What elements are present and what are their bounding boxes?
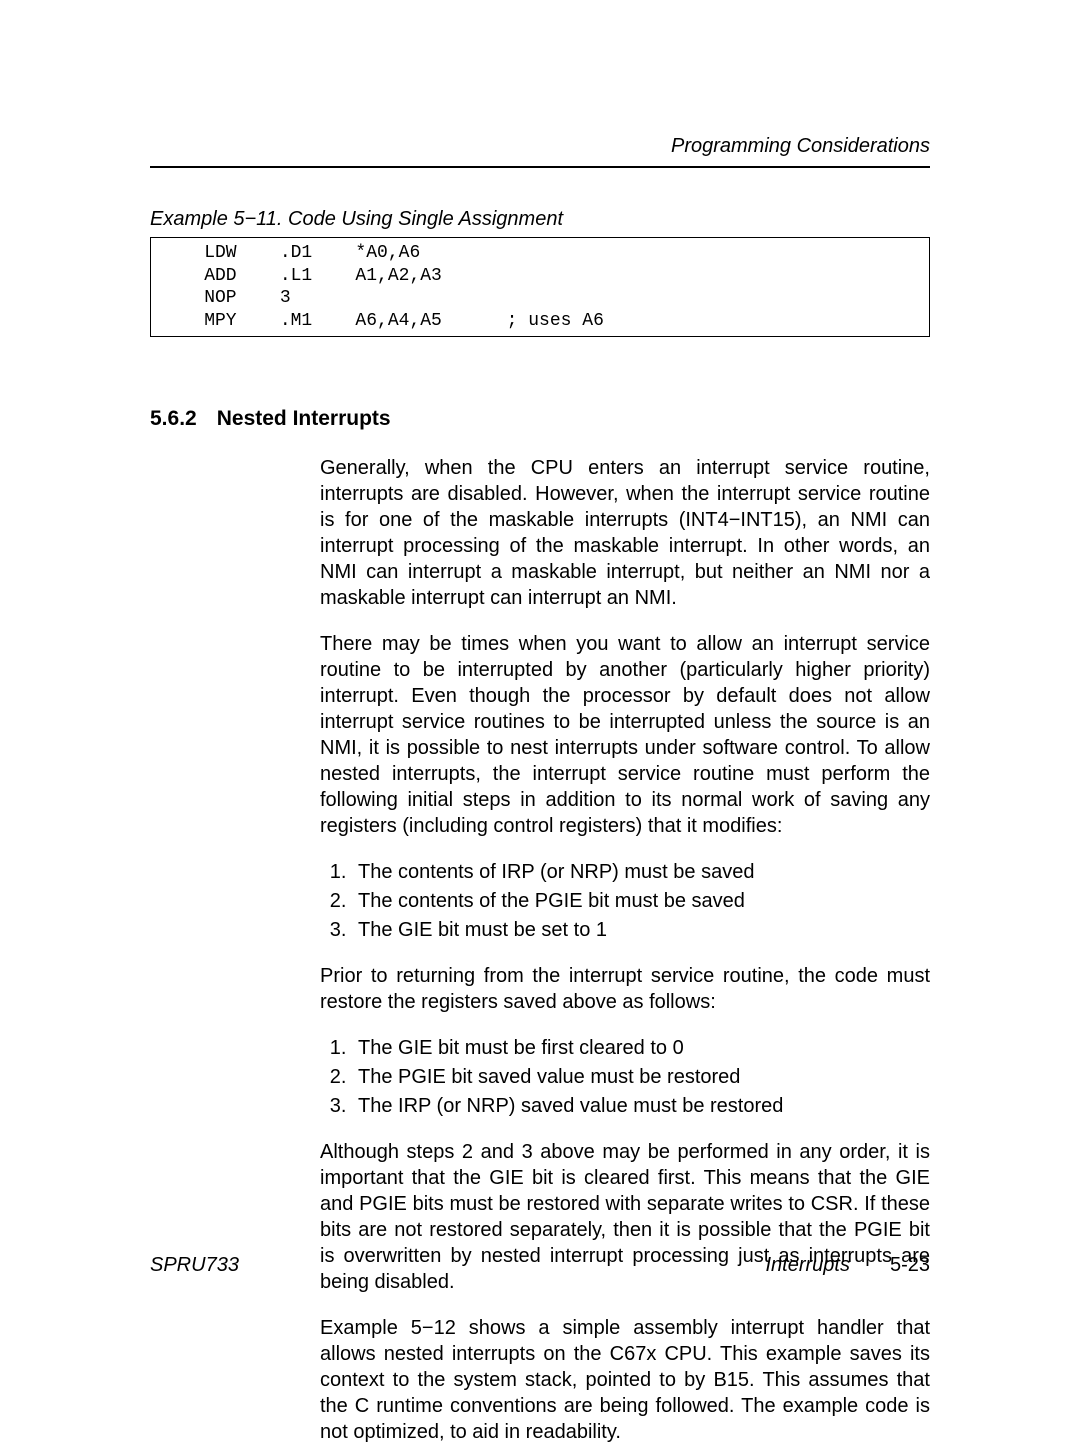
list-item: The IRP (or NRP) saved value must be res… <box>352 1093 930 1119</box>
page: Programming Considerations Example 5−11.… <box>0 0 1080 1397</box>
page-number: 5-23 <box>890 1254 930 1276</box>
header-rule <box>150 166 930 168</box>
ordered-list: The GIE bit must be first cleared to 0 T… <box>320 1035 930 1119</box>
section-number: 5.6.2 <box>150 407 197 431</box>
example-caption: Example 5−11. Code Using Single Assignme… <box>150 208 930 231</box>
paragraph: Generally, when the CPU enters an interr… <box>320 455 930 611</box>
chapter-name: Interrupts <box>765 1254 849 1276</box>
list-item: The PGIE bit saved value must be restore… <box>352 1064 930 1090</box>
running-title: Programming Considerations <box>150 135 930 158</box>
doc-id: SPRU733 <box>150 1254 239 1277</box>
section-heading: 5.6.2 Nested Interrupts <box>150 407 930 431</box>
list-item: The contents of the PGIE bit must be sav… <box>352 888 930 914</box>
code-listing: LDW .D1 *A0,A6 ADD .L1 A1,A2,A3 NOP 3 MP… <box>150 237 930 337</box>
paragraph: Example 5−12 shows a simple assembly int… <box>320 1315 930 1445</box>
list-item: The contents of IRP (or NRP) must be sav… <box>352 859 930 885</box>
paragraph: There may be times when you want to allo… <box>320 631 930 839</box>
list-item: The GIE bit must be first cleared to 0 <box>352 1035 930 1061</box>
page-footer: SPRU733 Interrupts 5-23 <box>150 1254 930 1277</box>
section-title: Nested Interrupts <box>217 407 391 430</box>
list-item: The GIE bit must be set to 1 <box>352 917 930 943</box>
paragraph: Prior to returning from the interrupt se… <box>320 963 930 1015</box>
section-body: Generally, when the CPU enters an interr… <box>320 455 930 1445</box>
ordered-list: The contents of IRP (or NRP) must be sav… <box>320 859 930 943</box>
